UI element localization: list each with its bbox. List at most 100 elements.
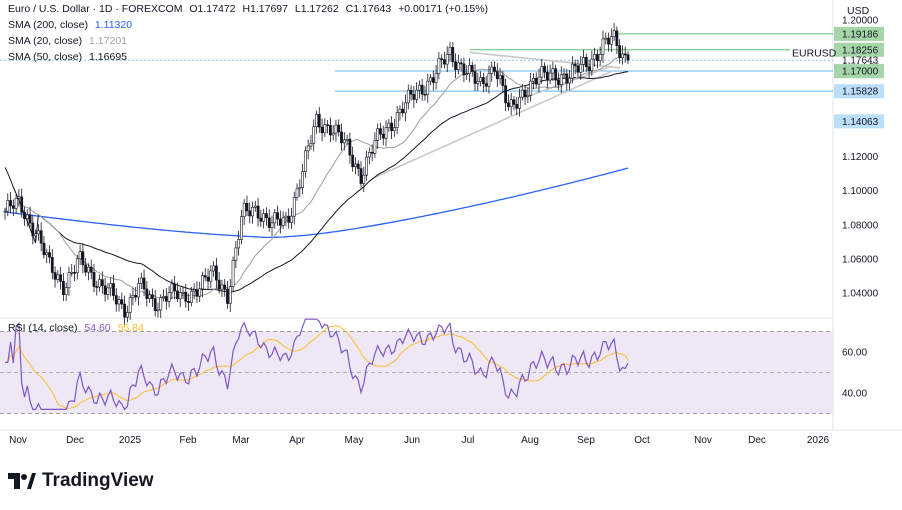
- price-chart[interactable]: 1.200001.191861.182561.1764311:24:531.17…: [0, 0, 902, 510]
- candle-body: [62, 281, 65, 295]
- candle-body: [487, 73, 491, 87]
- candle-body: [198, 288, 202, 297]
- candle-body: [426, 80, 430, 95]
- candle-body: [582, 57, 585, 65]
- rsi-legend[interactable]: RSI (14, close) 54.60 55.84: [8, 322, 144, 334]
- candle-body: [509, 99, 513, 108]
- candle-body: [579, 64, 583, 73]
- close-value: 1.17643: [353, 3, 392, 15]
- rsi-axis: 60.00 40.00: [842, 348, 867, 400]
- candle-body: [181, 291, 185, 294]
- candle-body: [214, 265, 218, 281]
- candle-body: [557, 79, 560, 85]
- indicator-sma-200[interactable]: SMA (200, close) 1.11320: [8, 19, 132, 31]
- candle-body: [106, 287, 110, 295]
- open-value: 1.17472: [197, 3, 236, 15]
- candle-body: [443, 59, 446, 65]
- indicator-sma-50[interactable]: SMA (50, close) 1.16695: [8, 51, 127, 63]
- candle-body: [323, 124, 327, 134]
- candle-body: [128, 297, 132, 313]
- time-tick: May: [345, 435, 364, 446]
- candle-body: [306, 145, 310, 152]
- candle-body: [598, 54, 602, 61]
- time-tick: Sep: [577, 435, 595, 446]
- candle-body: [220, 284, 224, 290]
- candle-body: [36, 230, 40, 235]
- candle-body: [401, 108, 405, 114]
- candle-body: [151, 294, 154, 299]
- candle-body: [73, 272, 76, 274]
- symbol-legend[interactable]: Euro / U.S. Dollar · 1D · FOREXCOM O1.17…: [8, 3, 488, 15]
- candle-body: [237, 239, 241, 249]
- candle-body: [87, 266, 90, 273]
- candle-body: [570, 63, 574, 79]
- candle-body: [153, 298, 157, 311]
- symbol-tag: EURUSD: [790, 46, 837, 60]
- brand-name: TradingView: [42, 470, 154, 491]
- candle-body: [445, 54, 449, 65]
- candle-body: [276, 212, 279, 220]
- candle-body: [398, 108, 402, 113]
- candle-body: [515, 104, 519, 109]
- candle-body: [568, 77, 571, 84]
- candle-body: [420, 84, 424, 95]
- candle-body: [28, 214, 32, 224]
- candle-body: [415, 89, 419, 100]
- candle-body: [117, 299, 121, 305]
- candle-body: [498, 75, 502, 80]
- candle-body: [265, 213, 268, 219]
- candle-body: [17, 196, 21, 199]
- indicator-sma-20[interactable]: SMA (20, close) 1.17201: [8, 35, 127, 47]
- candle-body: [67, 272, 71, 289]
- candle-body: [501, 75, 505, 86]
- price-axis[interactable]: 1.200001.191861.182561.1764311:24:531.17…: [834, 16, 884, 300]
- candle-body: [3, 210, 7, 213]
- candle-body: [540, 66, 544, 78]
- candle-body: [545, 71, 549, 81]
- candle-body: [59, 274, 63, 282]
- low-value: 1.17262: [300, 3, 339, 15]
- candle-body: [295, 188, 299, 198]
- candle-body: [45, 252, 49, 255]
- candle-body: [423, 93, 427, 96]
- candle-body: [301, 171, 304, 188]
- candle-body: [195, 289, 199, 297]
- time-tick: Oct: [634, 435, 650, 446]
- candle-body: [345, 138, 349, 141]
- candle-body: [284, 215, 288, 219]
- candle-body: [78, 251, 82, 260]
- tradingview-logo-icon: [8, 473, 36, 489]
- candle-body: [42, 242, 46, 255]
- candle-body: [298, 187, 302, 190]
- price-tick: 1.12000: [842, 152, 879, 163]
- candle-body: [365, 156, 368, 176]
- indicator-label: SMA (200, close): [8, 19, 88, 31]
- candle-body: [537, 76, 541, 85]
- price-tag: 1.19186: [842, 29, 879, 40]
- candle-body: [604, 37, 608, 40]
- candle-body: [123, 303, 126, 318]
- candle-body: [317, 113, 321, 128]
- candle-body: [404, 102, 407, 114]
- time-axis[interactable]: Nov Dec 2025 Feb Mar Apr May Jun Jul Aug Sep Oct Nov…: [9, 435, 829, 446]
- high-label: H: [242, 3, 251, 15]
- candle-body: [356, 163, 360, 169]
- candle-body: [532, 77, 535, 82]
- candle-body: [173, 283, 177, 292]
- time-tick: 2025: [119, 435, 142, 446]
- time-tick: 2026: [807, 435, 830, 446]
- candle-body: [176, 290, 179, 300]
- candle-body: [495, 71, 499, 80]
- symbol-title: Euro / U.S. Dollar · 1D · FOREXCOM: [8, 3, 183, 15]
- candle-body: [81, 251, 85, 266]
- candle-body: [373, 140, 377, 154]
- time-tick: Jul: [462, 435, 475, 446]
- candle-body: [25, 214, 29, 220]
- candle-body: [384, 127, 388, 139]
- time-tick: Dec: [748, 435, 766, 446]
- candle-body: [615, 30, 619, 46]
- candle-body: [164, 296, 168, 302]
- candle-body: [493, 66, 496, 72]
- candle-body: [418, 84, 421, 91]
- candle-body: [114, 295, 118, 305]
